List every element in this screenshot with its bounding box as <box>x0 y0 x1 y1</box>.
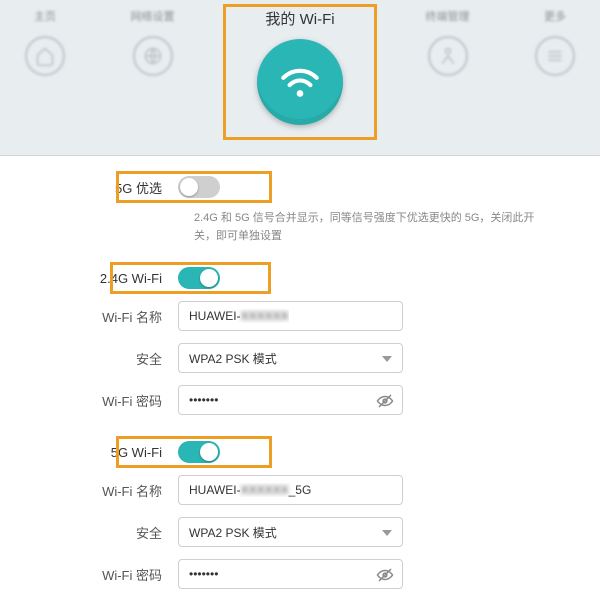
row-5g-name: Wi-Fi 名称 HUAWEI-XXXXXX_5G <box>28 475 572 505</box>
nav-item-more[interactable]: 更多 <box>520 8 590 76</box>
wifi-icon <box>257 39 343 125</box>
toggle-5g-prefer[interactable] <box>178 176 220 198</box>
label-5g-password: Wi-Fi 密码 <box>28 565 178 584</box>
desc-5g-prefer: 2.4G 和 5G 信号合并显示，同等信号强度下优选更快的 5G，关闭此开关，即… <box>194 210 554 245</box>
nav-label: 终端管理 <box>426 8 470 24</box>
nav-item-home[interactable]: 主页 <box>10 8 80 76</box>
nav-item-devices[interactable]: 终端管理 <box>413 8 483 76</box>
eye-slash-icon[interactable] <box>376 392 394 410</box>
toggle-24g-enable[interactable] <box>178 267 220 289</box>
select-5g-security[interactable]: WPA2 PSK 模式 <box>178 517 403 547</box>
header-bar: 主页 网络设置 终端管理 更多 我的 Wi-Fi <box>0 0 600 156</box>
row-24g-head: 2.4G Wi-Fi <box>28 267 572 289</box>
label-24g-name: Wi-Fi 名称 <box>28 307 178 326</box>
input-5g-name[interactable]: HUAWEI-XXXXXX_5G <box>178 475 403 505</box>
label-24g-title: 2.4G Wi-Fi <box>28 271 178 286</box>
nav-label: 网络设置 <box>131 8 175 24</box>
wifi-settings-content: 5G 优选 2.4G 和 5G 信号合并显示，同等信号强度下优选更快的 5G，关… <box>0 156 600 611</box>
input-24g-name[interactable]: HUAWEI-XXXXXX <box>178 301 403 331</box>
nav-label: 更多 <box>544 8 566 24</box>
select-24g-security[interactable]: WPA2 PSK 模式 <box>178 343 403 373</box>
row-24g-security: 安全 WPA2 PSK 模式 <box>28 343 572 373</box>
input-5g-password[interactable]: ••••••• <box>178 559 403 589</box>
input-24g-password[interactable]: ••••••• <box>178 385 403 415</box>
row-5g-head: 5G Wi-Fi <box>28 441 572 463</box>
label-5g-name: Wi-Fi 名称 <box>28 481 178 500</box>
eye-slash-icon[interactable] <box>376 566 394 584</box>
label-24g-security: 安全 <box>28 349 178 368</box>
toggle-5g-enable[interactable] <box>178 441 220 463</box>
label-24g-password: Wi-Fi 密码 <box>28 391 178 410</box>
row-5g-prefer: 5G 优选 <box>28 176 572 198</box>
nav-label: 主页 <box>34 8 56 24</box>
menu-icon <box>535 36 575 76</box>
nav-item-network[interactable]: 网络设置 <box>118 8 188 76</box>
row-24g-password: Wi-Fi 密码 ••••••• <box>28 385 572 415</box>
tab-label: 我的 Wi-Fi <box>225 8 375 29</box>
tab-my-wifi[interactable]: 我的 Wi-Fi <box>225 0 375 140</box>
devices-icon <box>428 36 468 76</box>
row-5g-password: Wi-Fi 密码 ••••••• <box>28 559 572 589</box>
row-24g-name: Wi-Fi 名称 HUAWEI-XXXXXX <box>28 301 572 331</box>
label-5g-prefer: 5G 优选 <box>28 178 178 197</box>
label-5g-title: 5G Wi-Fi <box>28 445 178 460</box>
home-icon <box>25 36 65 76</box>
label-5g-security: 安全 <box>28 523 178 542</box>
row-5g-security: 安全 WPA2 PSK 模式 <box>28 517 572 547</box>
globe-icon <box>133 36 173 76</box>
